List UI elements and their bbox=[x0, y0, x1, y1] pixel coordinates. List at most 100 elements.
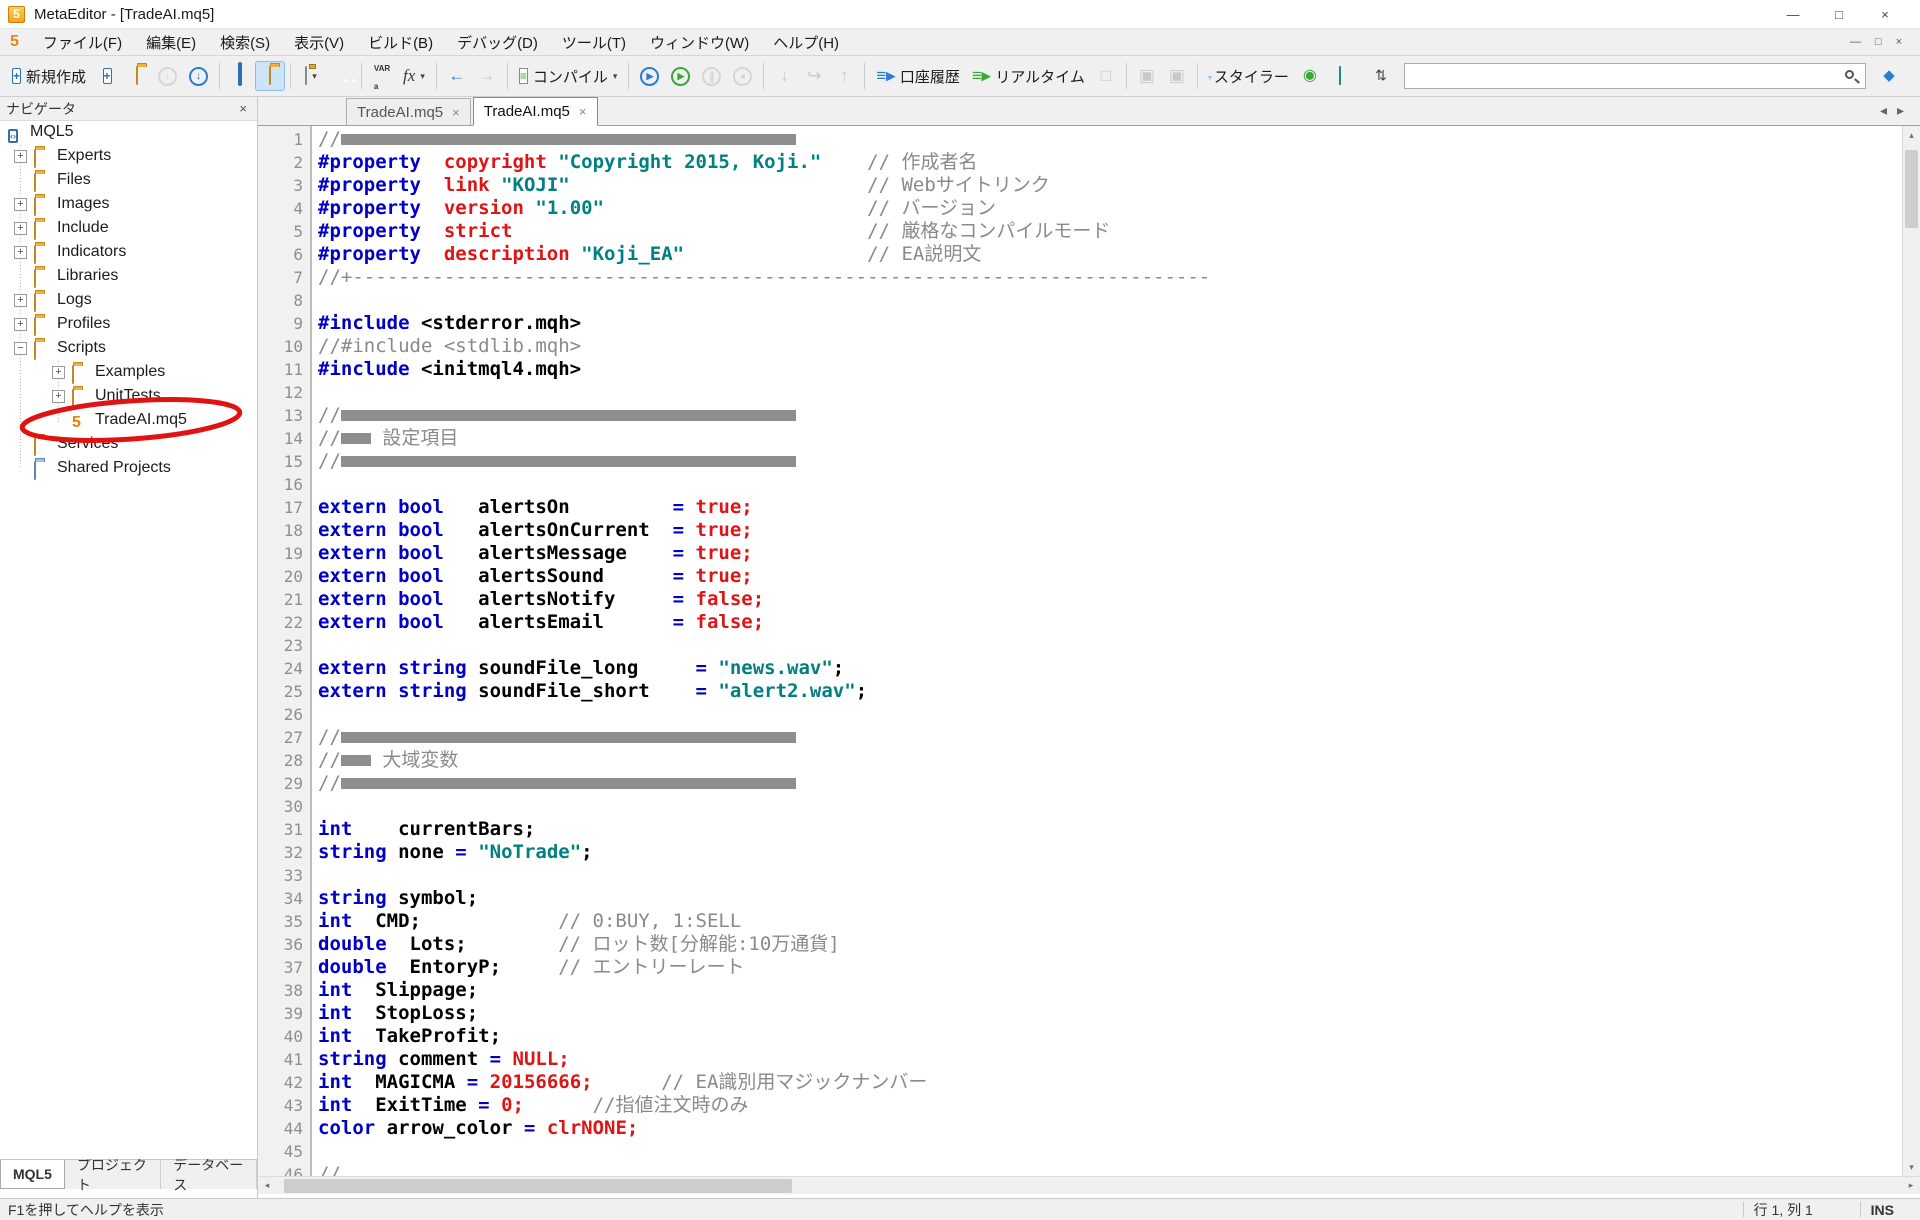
close-button[interactable]: × bbox=[1862, 0, 1908, 28]
menu-item-B[interactable]: ビルド(B) bbox=[356, 29, 445, 55]
code-line[interactable]: string none = "NoTrade"; bbox=[318, 841, 1920, 864]
navigator-close-icon[interactable]: × bbox=[235, 101, 251, 116]
menu-item-S[interactable]: 検索(S) bbox=[208, 29, 282, 55]
menu-item-W[interactable]: ウィンドウ(W) bbox=[638, 29, 761, 55]
tree-item-services[interactable]: Services bbox=[0, 433, 257, 457]
code-line[interactable]: extern bool alertsSound = true; bbox=[318, 565, 1920, 588]
tree-item-scripts[interactable]: −Scripts bbox=[0, 337, 257, 361]
code-line[interactable]: int CMD; // 0:BUY, 1:SELL bbox=[318, 910, 1920, 933]
horizontal-scroll-track[interactable] bbox=[276, 1177, 1902, 1194]
code-line[interactable]: // 大域変数 bbox=[318, 749, 1920, 772]
code-line[interactable]: // bbox=[318, 726, 1920, 749]
code-line[interactable]: extern bool alertsOn = true; bbox=[318, 496, 1920, 519]
expand-plus-icon[interactable]: + bbox=[14, 294, 27, 307]
horizontal-scroll-thumb[interactable] bbox=[284, 1179, 792, 1193]
code-line[interactable]: // bbox=[318, 450, 1920, 473]
tree-item-mql5[interactable]: ‹›MQL5 bbox=[0, 121, 257, 145]
horizontal-scrollbar[interactable]: ◂ ▸ bbox=[258, 1176, 1920, 1194]
new-file-button[interactable]: +新規作成 bbox=[6, 61, 92, 91]
code-line[interactable]: int MAGICMA = 20156666; // EA識別用マジックナンバー bbox=[318, 1071, 1920, 1094]
menu-item-D[interactable]: デバッグ(D) bbox=[445, 29, 550, 55]
code-line[interactable]: #include <stderror.mqh> bbox=[318, 312, 1920, 335]
code-line[interactable] bbox=[318, 381, 1920, 404]
code-line[interactable]: extern bool alertsOnCurrent = true; bbox=[318, 519, 1920, 542]
expand-plus-icon[interactable]: + bbox=[14, 222, 27, 235]
back-button[interactable]: ← bbox=[442, 61, 472, 91]
code-line[interactable] bbox=[318, 634, 1920, 657]
code-line[interactable]: #property link "KOJI" // Webサイトリンク bbox=[318, 174, 1920, 197]
code-line[interactable]: int ExitTime = 0; //指値注文時のみ bbox=[318, 1094, 1920, 1117]
code-line[interactable] bbox=[318, 473, 1920, 496]
function-list-button[interactable]: fx▾ bbox=[397, 61, 431, 91]
code-line[interactable]: string comment = NULL; bbox=[318, 1048, 1920, 1071]
menu-item-E[interactable]: 編集(E) bbox=[134, 29, 208, 55]
code-editor[interactable]: 1234567891011121314151617181920212223242… bbox=[258, 126, 1920, 1176]
debug-start-button[interactable]: ▶ bbox=[665, 61, 696, 91]
bottom-tab-[interactable]: データベース bbox=[161, 1160, 257, 1189]
code-line[interactable] bbox=[318, 864, 1920, 887]
code-line[interactable]: string symbol; bbox=[318, 887, 1920, 910]
editor-tab-0[interactable]: TradeAI.mq5× bbox=[346, 98, 471, 125]
tree-item-indicators[interactable]: +Indicators bbox=[0, 241, 257, 265]
vertical-scroll-thumb[interactable] bbox=[1905, 150, 1918, 228]
code-line[interactable]: // bbox=[318, 772, 1920, 795]
maximize-button[interactable]: □ bbox=[1816, 0, 1862, 28]
code-line[interactable] bbox=[318, 289, 1920, 312]
database-button[interactable] bbox=[1325, 61, 1355, 91]
mql5-wizard-button[interactable] bbox=[326, 61, 356, 91]
paste-button[interactable]: ▾ bbox=[296, 61, 326, 91]
help-community-button[interactable]: ◆ bbox=[1874, 61, 1904, 91]
tree-item-include[interactable]: +Include bbox=[0, 217, 257, 241]
vertical-scrollbar[interactable]: ▴ ▾ bbox=[1902, 126, 1920, 1176]
tab-scroll-left-icon[interactable]: ◂ bbox=[1880, 102, 1887, 119]
code-line[interactable] bbox=[318, 1140, 1920, 1163]
scroll-right-icon[interactable]: ▸ bbox=[1902, 1180, 1920, 1191]
code-line[interactable]: #property strict // 厳格なコンパイルモード bbox=[318, 220, 1920, 243]
storage-download-button[interactable]: ↓ bbox=[183, 61, 214, 91]
code-line[interactable] bbox=[318, 703, 1920, 726]
tab-close-icon[interactable]: × bbox=[579, 104, 587, 119]
new-window-button[interactable]: + bbox=[92, 61, 122, 91]
code-pane[interactable]: //#property copyright "Copyright 2015, K… bbox=[312, 126, 1920, 1176]
code-line[interactable]: extern bool alertsEmail = false; bbox=[318, 611, 1920, 634]
code-line[interactable]: int TakeProfit; bbox=[318, 1025, 1920, 1048]
code-line[interactable]: extern string soundFile_short = "alert2.… bbox=[318, 680, 1920, 703]
code-line[interactable]: double EntoryP; // エントリーレート bbox=[318, 956, 1920, 979]
bottom-tab-MQL5[interactable]: MQL5 bbox=[0, 1160, 65, 1189]
code-line[interactable]: int StopLoss; bbox=[318, 1002, 1920, 1025]
scroll-left-icon[interactable]: ◂ bbox=[258, 1180, 276, 1191]
code-line[interactable]: int Slippage; bbox=[318, 979, 1920, 1002]
bottom-tab-[interactable]: プロジェクト bbox=[65, 1160, 161, 1189]
menu-item-V[interactable]: 表示(V) bbox=[282, 29, 356, 55]
code-line[interactable]: #property copyright "Copyright 2015, Koj… bbox=[318, 151, 1920, 174]
community-button[interactable]: ◉ bbox=[1295, 61, 1325, 91]
tree-item-files[interactable]: Files bbox=[0, 169, 257, 193]
debug-real-button[interactable]: ▶ bbox=[634, 61, 665, 91]
search-input[interactable] bbox=[1404, 63, 1866, 89]
editor-tab-1[interactable]: TradeAI.mq5× bbox=[473, 97, 598, 126]
tree-item-experts[interactable]: +Experts bbox=[0, 145, 257, 169]
code-line[interactable]: #property version "1.00" // バージョン bbox=[318, 197, 1920, 220]
tree-item-tradeai-mq5[interactable]: 5TradeAI.mq5 bbox=[0, 409, 257, 433]
search-filter-button[interactable]: ⇅ bbox=[1366, 61, 1396, 91]
tree-item-profiles[interactable]: +Profiles bbox=[0, 313, 257, 337]
code-line[interactable]: extern bool alertsNotify = false; bbox=[318, 588, 1920, 611]
tree-item-unittests[interactable]: +UnitTests bbox=[0, 385, 257, 409]
toggle-toolbox-button[interactable] bbox=[255, 61, 285, 91]
menu-item-F[interactable]: ファイル(F) bbox=[31, 29, 134, 55]
tree-item-logs[interactable]: +Logs bbox=[0, 289, 257, 313]
tree-item-images[interactable]: +Images bbox=[0, 193, 257, 217]
code-line[interactable]: #property description "Koji_EA" // EA説明文 bbox=[318, 243, 1920, 266]
code-line[interactable]: // bbox=[318, 128, 1920, 151]
tab-scroll-right-icon[interactable]: ▸ bbox=[1897, 102, 1904, 119]
mdi-restore-button[interactable]: □ bbox=[1875, 36, 1882, 48]
code-line[interactable]: //+-------------------------------------… bbox=[318, 266, 1920, 289]
expand-plus-icon[interactable]: + bbox=[14, 198, 27, 211]
code-line[interactable]: // bbox=[318, 1163, 1920, 1176]
expand-plus-icon[interactable]: + bbox=[14, 246, 27, 259]
search-icon[interactable] bbox=[1845, 70, 1854, 79]
menu-item-T[interactable]: ツール(T) bbox=[550, 29, 638, 55]
toggle-navigator-button[interactable] bbox=[225, 61, 255, 91]
mdi-minimize-button[interactable]: — bbox=[1850, 36, 1861, 48]
realtime-button[interactable]: ≡▸リアルタイム bbox=[966, 61, 1091, 91]
